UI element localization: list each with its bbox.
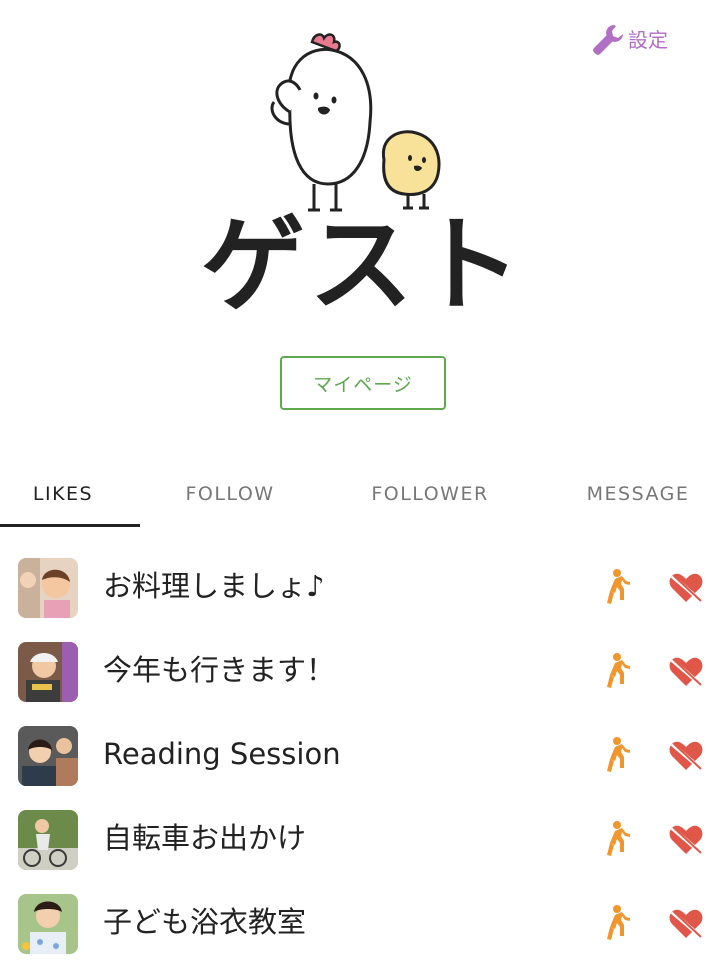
bicycle-photo-icon bbox=[18, 810, 78, 870]
group-photo-icon bbox=[18, 726, 78, 786]
list-item[interactable]: 自転車お出かけ bbox=[0, 798, 726, 878]
item-title: 子ども浴衣教室 bbox=[103, 905, 307, 939]
list-item[interactable]: Reading Session bbox=[0, 714, 726, 794]
mypage-button[interactable]: マイページ bbox=[280, 356, 446, 410]
list-item[interactable]: 今年も行きます！ bbox=[0, 630, 726, 710]
list-item[interactable]: 子ども浴衣教室 bbox=[0, 882, 726, 962]
settings-label: 設定 bbox=[628, 28, 668, 52]
yukata-photo-icon bbox=[18, 894, 78, 954]
item-title: お料理しましょ♪ bbox=[103, 569, 325, 603]
item-title: Reading Session bbox=[103, 737, 341, 771]
item-title: 今年も行きます！ bbox=[103, 653, 336, 687]
list-item[interactable]: お料理しましょ♪ bbox=[0, 546, 726, 626]
profile-tabs: LIKES FOLLOW FOLLOWER MESSAGE bbox=[0, 460, 726, 528]
tab-message[interactable]: MESSAGE bbox=[566, 460, 710, 528]
walking-person-icon[interactable] bbox=[598, 820, 632, 860]
walking-person-icon[interactable] bbox=[598, 736, 632, 776]
tab-follower[interactable]: FOLLOWER bbox=[350, 460, 510, 528]
broken-heart-icon[interactable] bbox=[668, 654, 704, 690]
broken-heart-icon[interactable] bbox=[668, 906, 704, 942]
broken-heart-icon[interactable] bbox=[668, 822, 704, 858]
festival-photo-icon bbox=[18, 642, 78, 702]
wrench-icon bbox=[593, 25, 623, 55]
item-title: 自転車お出かけ bbox=[103, 821, 307, 855]
walking-person-icon[interactable] bbox=[598, 568, 632, 608]
walking-person-icon[interactable] bbox=[598, 904, 632, 944]
child-photo-icon bbox=[18, 558, 78, 618]
mascot-illustration bbox=[270, 33, 441, 212]
settings-button[interactable]: 設定 bbox=[590, 22, 668, 58]
broken-heart-icon[interactable] bbox=[668, 570, 704, 606]
walking-person-icon[interactable] bbox=[598, 652, 632, 692]
tab-likes[interactable]: LIKES bbox=[0, 460, 126, 528]
profile-name: ゲスト bbox=[200, 204, 525, 326]
active-tab-indicator bbox=[0, 524, 140, 527]
tab-follow[interactable]: FOLLOW bbox=[160, 460, 300, 528]
broken-heart-icon[interactable] bbox=[668, 738, 704, 774]
